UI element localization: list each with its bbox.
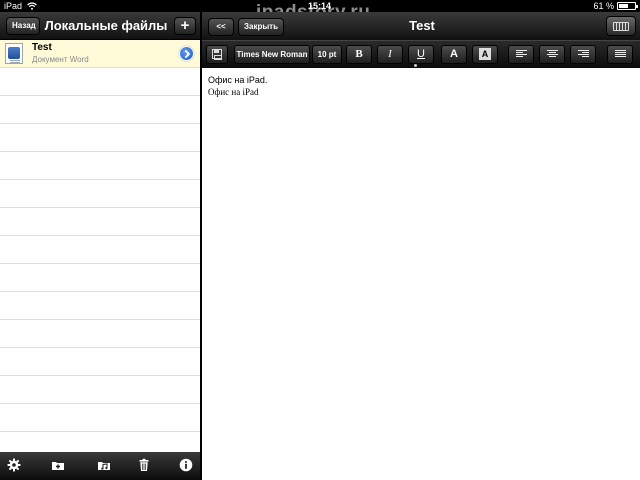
font-size-select[interactable]: 10 pt: [312, 45, 342, 64]
status-bar: iPad 15:14 61 %: [0, 0, 640, 12]
file-browser-panel: Назад Локальные файлы + Test Документ Wo…: [0, 12, 200, 480]
trash-icon[interactable]: [137, 458, 151, 472]
font-color-button[interactable]: A: [441, 45, 467, 64]
bottom-toolbar: [0, 452, 200, 480]
align-center-icon: [547, 50, 558, 59]
back-button[interactable]: Назад: [6, 17, 40, 35]
panel-title: Локальные файлы: [44, 18, 168, 33]
bold-button[interactable]: B: [346, 45, 372, 64]
highlight-color-button[interactable]: A: [472, 45, 498, 64]
document-line: Офис на iPad.: [208, 75, 268, 85]
document-body[interactable]: Офис на iPad. Офис на iPad: [202, 68, 640, 480]
align-center-button[interactable]: [539, 45, 565, 64]
collapse-sidebar-button[interactable]: <<: [208, 18, 234, 36]
keyboard-button[interactable]: [606, 16, 636, 36]
status-time: 15:14: [308, 1, 332, 11]
align-left-button[interactable]: [508, 45, 534, 64]
document-line: Офис на iPad: [208, 87, 259, 97]
close-button[interactable]: Закрыть: [238, 18, 284, 36]
file-list: Test Документ Word: [0, 40, 200, 452]
align-justify-icon: [615, 50, 626, 59]
document-panel: << Закрыть Test Times New Roman 10 pt B …: [202, 12, 640, 480]
save-button[interactable]: [206, 45, 228, 64]
word-document-icon: [5, 43, 23, 64]
gear-icon[interactable]: [7, 458, 21, 472]
italic-button[interactable]: I: [377, 45, 403, 64]
file-type: Документ Word: [32, 55, 89, 64]
document-nav-bar: << Закрыть Test: [202, 12, 640, 40]
add-button[interactable]: +: [174, 17, 196, 35]
battery-icon: [617, 2, 638, 10]
align-right-icon: [578, 50, 589, 59]
format-toolbar: Times New Roman 10 pt B I U A A: [202, 40, 640, 68]
info-icon[interactable]: [179, 458, 193, 472]
align-left-icon: [516, 50, 527, 59]
left-nav-bar: Назад Локальные файлы +: [0, 12, 200, 40]
battery-fill: [619, 4, 629, 8]
document-title: Test: [409, 18, 435, 33]
new-folder-icon[interactable]: [51, 458, 65, 472]
underline-button[interactable]: U: [408, 45, 434, 64]
align-right-button[interactable]: [570, 45, 596, 64]
disclosure-arrow-icon[interactable]: [179, 46, 194, 61]
font-family-select[interactable]: Times New Roman: [234, 45, 310, 64]
wifi-icon: [27, 2, 37, 10]
folder-music-icon[interactable]: [97, 458, 111, 472]
floppy-disk-icon: [212, 49, 222, 60]
device-label: iPad: [4, 1, 23, 11]
highlight-glyph: A: [479, 48, 491, 60]
toolbar-page-indicator: [414, 64, 417, 67]
file-row[interactable]: Test Документ Word: [0, 40, 200, 68]
keyboard-icon: [613, 22, 629, 31]
battery-percent: 61 %: [593, 1, 614, 11]
align-justify-button[interactable]: [607, 45, 633, 64]
file-name: Test: [32, 42, 52, 53]
